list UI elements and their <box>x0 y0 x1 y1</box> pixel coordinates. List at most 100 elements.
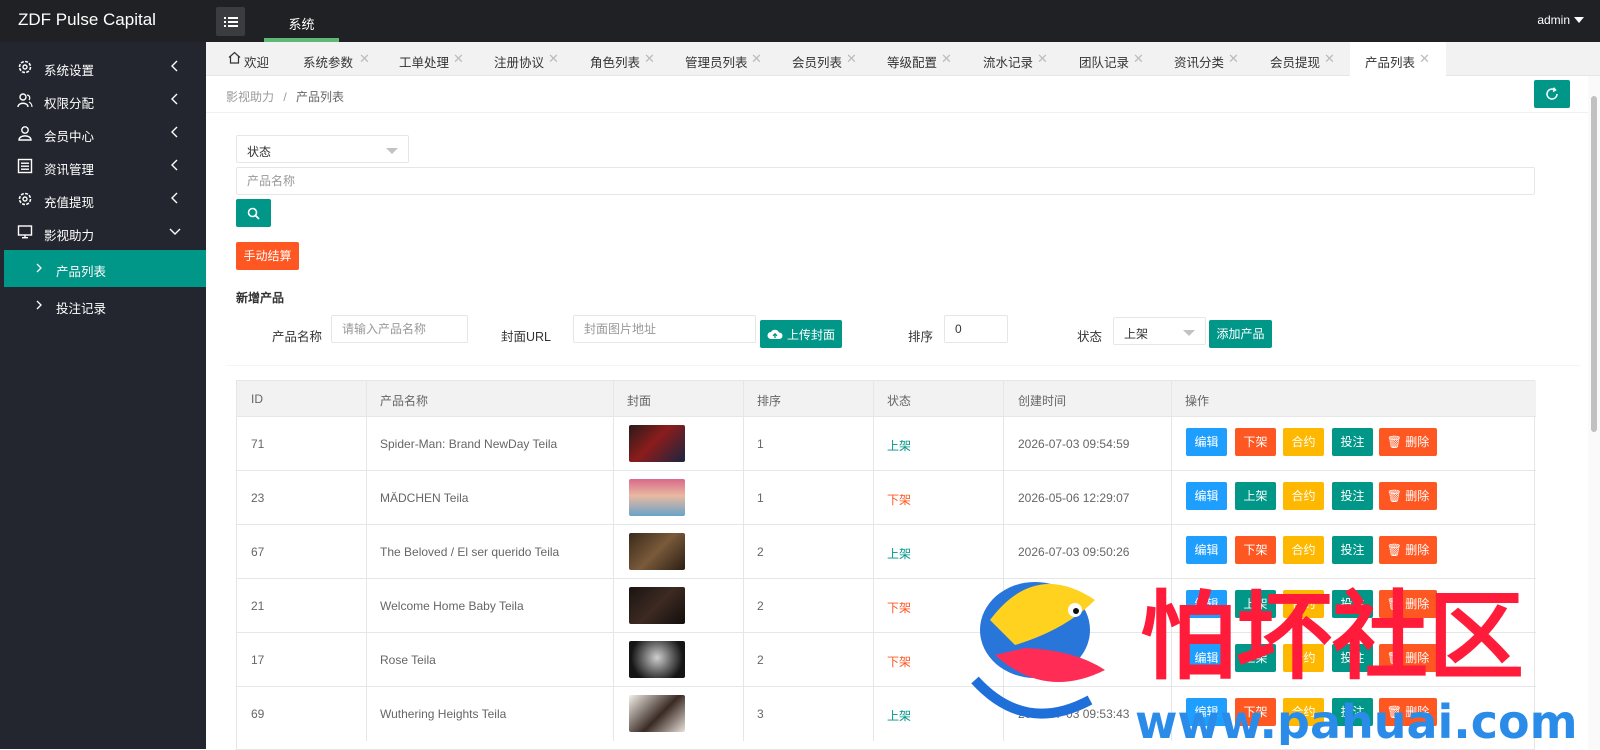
upload-cover-button[interactable]: 上传封面 <box>760 320 842 348</box>
tab-news-categories[interactable]: 资讯分类 ✕ <box>1174 42 1264 76</box>
bet-button[interactable]: 投注 <box>1332 536 1373 564</box>
close-icon[interactable]: ✕ <box>846 51 857 67</box>
product-cover-image[interactable] <box>629 695 685 732</box>
sort-field[interactable] <box>944 315 1008 343</box>
delete-button[interactable]: 🗑 删除 <box>1379 536 1437 564</box>
column-header[interactable]: 操作 <box>1185 392 1209 409</box>
refresh-button[interactable] <box>1534 80 1570 108</box>
edit-button[interactable]: 编辑 <box>1186 698 1227 726</box>
tab-tickets[interactable]: 工单处理 ✕ <box>399 42 489 76</box>
toggle-status-button[interactable]: 下架 <box>1235 536 1276 564</box>
contract-button[interactable]: 合约 <box>1283 698 1324 726</box>
contract-button[interactable]: 合约 <box>1283 536 1324 564</box>
breadcrumb-parent[interactable]: 影视助力 <box>226 90 274 104</box>
bet-button[interactable]: 投注 <box>1332 590 1373 618</box>
sidebar-item-recharge[interactable]: 充值提现 <box>0 182 206 216</box>
status-select[interactable]: 上架 <box>1113 317 1206 345</box>
product-cover-image[interactable] <box>629 641 685 678</box>
close-icon[interactable]: ✕ <box>1228 51 1239 67</box>
scrollbar-thumb[interactable] <box>1591 96 1597 432</box>
page-scrollbar[interactable] <box>1588 76 1600 749</box>
add-product-button[interactable]: 添加产品 <box>1209 320 1272 348</box>
manual-settle-button[interactable]: 手动结算 <box>236 242 299 270</box>
edit-button[interactable]: 编辑 <box>1186 590 1227 618</box>
close-icon[interactable]: ✕ <box>1037 51 1048 67</box>
tab-members[interactable]: 会员列表 ✕ <box>792 42 882 76</box>
sidebar-item-film[interactable]: 影视助力 <box>0 215 206 249</box>
sidebar-subitem-bet-records[interactable]: 投注记录 <box>4 287 206 324</box>
toggle-status-button[interactable]: 下架 <box>1235 428 1276 456</box>
tab-admins[interactable]: 管理员列表 ✕ <box>685 42 785 76</box>
delete-button[interactable]: 🗑 删除 <box>1379 698 1437 726</box>
app-brand: ZDF Pulse Capital <box>18 10 156 29</box>
toggle-status-button[interactable]: 上架 <box>1235 644 1276 672</box>
table-row: 17 Rose Teila 2 下架 20... 09 编辑 上架 合约 投注 … <box>237 633 1536 687</box>
cell-status: 上架 <box>887 709 912 723</box>
sidebar-item-permissions[interactable]: 权限分配 <box>0 83 206 117</box>
close-icon[interactable]: ✕ <box>941 51 952 67</box>
close-icon[interactable]: ✕ <box>453 51 464 67</box>
contract-button[interactable]: 合约 <box>1283 482 1324 510</box>
sidebar-item-member-center[interactable]: 会员中心 <box>0 116 206 150</box>
caret-down-icon[interactable] <box>1574 17 1584 23</box>
sidebar-subitem-product-list[interactable]: 产品列表 <box>4 250 206 287</box>
close-icon[interactable]: ✕ <box>359 51 370 67</box>
column-header[interactable]: 状态 <box>887 392 911 409</box>
tab-roles[interactable]: 角色列表 ✕ <box>590 42 680 76</box>
edit-button[interactable]: 编辑 <box>1186 482 1227 510</box>
menu-icon <box>223 16 238 27</box>
tab-product-list[interactable]: 产品列表 ✕ <box>1350 42 1446 76</box>
cell-created: 2026-05-06 12:29:07 <box>1018 491 1130 505</box>
delete-button[interactable]: 🗑 删除 <box>1379 428 1437 456</box>
tab-system-params[interactable]: 系统参数 ✕ <box>303 42 393 76</box>
edit-button[interactable]: 编辑 <box>1186 428 1227 456</box>
product-cover-image[interactable] <box>629 533 685 570</box>
column-header[interactable]: 封面 <box>627 392 651 409</box>
top-nav-system[interactable]: 系统 <box>264 0 339 42</box>
column-header[interactable]: 产品名称 <box>380 392 428 409</box>
bet-button[interactable]: 投注 <box>1332 482 1373 510</box>
bet-button[interactable]: 投注 <box>1332 428 1373 456</box>
edit-button[interactable]: 编辑 <box>1186 644 1227 672</box>
column-header[interactable]: 创建时间 <box>1018 392 1066 409</box>
menu-toggle-button[interactable] <box>216 7 245 36</box>
bet-button[interactable]: 投注 <box>1332 698 1373 726</box>
product-cover-image[interactable] <box>629 479 685 516</box>
sidebar-item-news[interactable]: 资讯管理 <box>0 149 206 183</box>
user-menu[interactable]: admin <box>1537 13 1570 27</box>
column-header[interactable]: ID <box>251 392 263 406</box>
tab-transactions[interactable]: 流水记录 ✕ <box>983 42 1073 76</box>
cell-sort: 3 <box>757 707 764 721</box>
tab-levels[interactable]: 等级配置 ✕ <box>887 42 977 76</box>
column-header[interactable]: 排序 <box>757 392 781 409</box>
close-icon[interactable]: ✕ <box>644 51 655 67</box>
product-name-field[interactable] <box>331 315 468 343</box>
tab-welcome[interactable]: 欢迎 <box>226 42 296 76</box>
tab-register-agreement[interactable]: 注册协议 ✕ <box>494 42 584 76</box>
contract-button[interactable]: 合约 <box>1283 644 1324 672</box>
close-icon[interactable]: ✕ <box>751 51 762 67</box>
delete-button[interactable]: 🗑 删除 <box>1379 482 1437 510</box>
contract-button[interactable]: 合约 <box>1283 428 1324 456</box>
sidebar-item-system-settings[interactable]: 系统设置 <box>0 50 206 84</box>
toggle-status-button[interactable]: 上架 <box>1235 482 1276 510</box>
tab-team[interactable]: 团队记录 ✕ <box>1079 42 1169 76</box>
bet-button[interactable]: 投注 <box>1332 644 1373 672</box>
contract-button[interactable]: 合约 <box>1283 590 1324 618</box>
tab-withdrawals[interactable]: 会员提现 ✕ <box>1270 42 1360 76</box>
status-filter-select[interactable]: 状态 <box>236 135 409 163</box>
product-cover-image[interactable] <box>629 425 685 462</box>
search-button[interactable] <box>236 199 271 227</box>
close-icon[interactable]: ✕ <box>1324 51 1335 67</box>
toggle-status-button[interactable]: 下架 <box>1235 698 1276 726</box>
cover-url-field[interactable] <box>573 315 756 343</box>
product-cover-image[interactable] <box>629 587 685 624</box>
close-icon[interactable]: ✕ <box>1419 51 1430 67</box>
close-icon[interactable]: ✕ <box>1133 51 1144 67</box>
delete-button[interactable]: 🗑 删除 <box>1379 590 1437 618</box>
edit-button[interactable]: 编辑 <box>1186 536 1227 564</box>
delete-button[interactable]: 🗑 删除 <box>1379 644 1437 672</box>
toggle-status-button[interactable]: 上架 <box>1235 590 1276 618</box>
close-icon[interactable]: ✕ <box>548 51 559 67</box>
product-name-search-input[interactable] <box>236 167 1535 195</box>
